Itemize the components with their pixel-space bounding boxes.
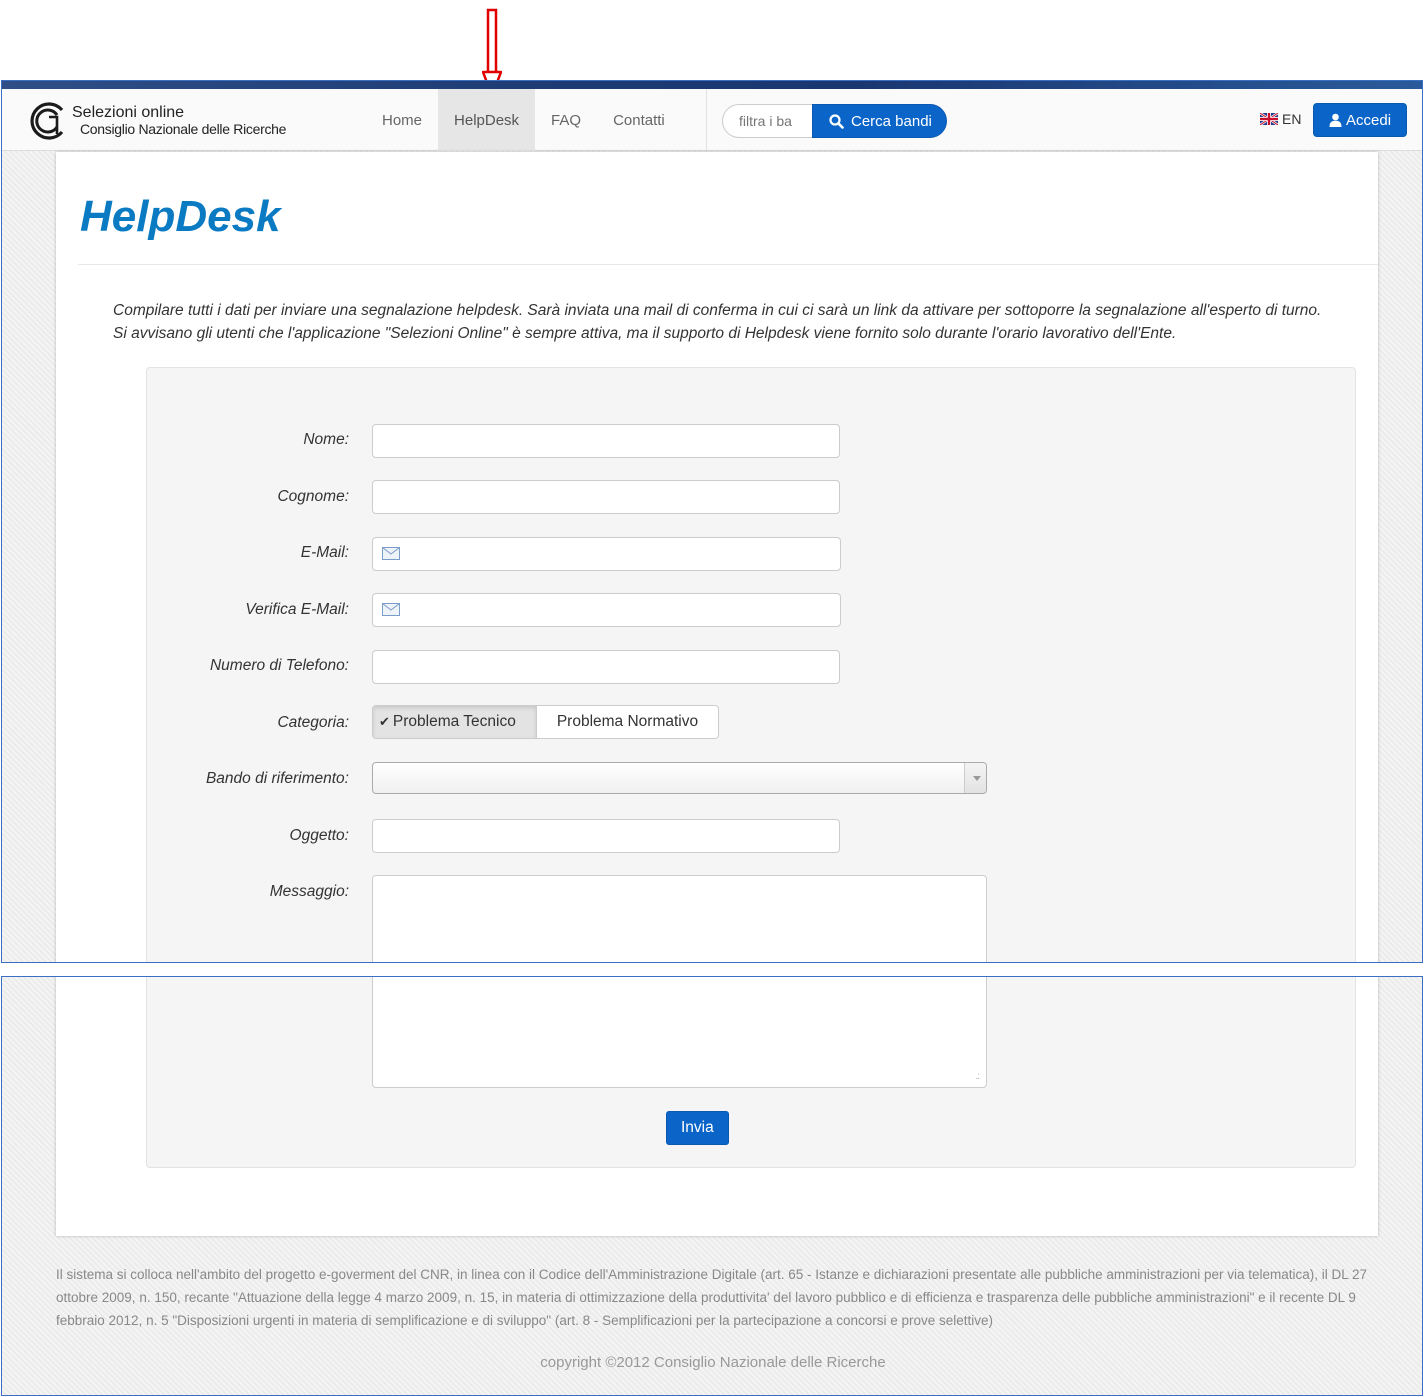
page-scrolled: .: Invia Il sistema si colloca nell'ambi…: [2, 977, 1422, 1395]
label-categoria: Categoria:: [277, 714, 349, 731]
main-nav: Home HelpDesk FAQ Contatti: [366, 89, 681, 151]
label-cognome: Cognome:: [277, 488, 349, 505]
chevron-down-icon[interactable]: [964, 763, 986, 793]
nav-item-home[interactable]: Home: [366, 89, 438, 151]
login-button[interactable]: Accedi: [1313, 103, 1408, 137]
messaggio-textarea[interactable]: .:: [372, 875, 987, 962]
email-field[interactable]: [372, 537, 841, 571]
nav-item-contatti[interactable]: Contatti: [597, 89, 681, 151]
label-oggetto: Oggetto:: [289, 827, 349, 844]
envelope-icon: [382, 603, 400, 616]
screenshot-frame-top: Selezioni online Consiglio Nazionale del…: [1, 80, 1423, 963]
categoria-toggle: ✔ Problema Tecnico Problema Normativo: [372, 705, 720, 739]
categoria-option-tecnico[interactable]: ✔ Problema Tecnico: [373, 706, 537, 738]
login-label: Accedi: [1346, 111, 1392, 129]
nav-divider: [706, 89, 707, 151]
helpdesk-form: Nome: Cognome: E-Mail: Verifica E-Mail:: [146, 367, 1356, 962]
intro-text: Compilare tutti i dati per inviare una s…: [113, 300, 1363, 345]
logo-subtitle: Consiglio Nazionale delle Ricerche: [80, 121, 287, 138]
check-icon: ✔: [379, 714, 390, 729]
categoria-option-label: Problema Tecnico: [392, 713, 516, 730]
navbar: Selezioni online Consiglio Nazionale del…: [2, 89, 1422, 151]
nome-field[interactable]: [372, 424, 840, 458]
language-switch[interactable]: EN: [1260, 111, 1301, 127]
search-button-label: Cerca bandi: [851, 112, 932, 130]
nav-item-helpdesk[interactable]: HelpDesk: [438, 89, 536, 151]
screenshot-frame-bottom: .: Invia Il sistema si colloca nell'ambi…: [1, 976, 1423, 1396]
intro-paragraph-1: Compilare tutti i dati per inviare una s…: [113, 302, 1322, 319]
site-logo[interactable]: Selezioni online Consiglio Nazionale del…: [28, 101, 286, 141]
title-divider: [78, 264, 1378, 265]
search-form: Cerca bandi: [722, 104, 947, 138]
bando-select[interactable]: [372, 762, 987, 794]
oggetto-field[interactable]: [372, 819, 840, 853]
phone-field[interactable]: [372, 650, 840, 684]
label-bando: Bando di riferimento:: [205, 770, 349, 787]
page-title: HelpDesk: [80, 192, 281, 241]
search-input[interactable]: [722, 104, 812, 138]
header-banner-strip: [2, 81, 1422, 89]
cnr-logo-icon: [30, 102, 64, 140]
content-card: .: Invia: [56, 977, 1378, 1236]
label-nome: Nome:: [303, 431, 349, 448]
nav-item-faq[interactable]: FAQ: [535, 89, 597, 151]
footer-disclaimer: Il sistema si colloca nell'ambito del pr…: [56, 1267, 1368, 1328]
label-email: E-Mail:: [300, 544, 349, 561]
categoria-option-normativo[interactable]: Problema Normativo: [536, 706, 719, 738]
search-icon: [829, 113, 844, 129]
messaggio-textarea[interactable]: .:: [372, 977, 987, 1088]
language-label: EN: [1282, 111, 1302, 127]
screenshot-canvas: Selezioni online Consiglio Nazionale del…: [0, 0, 1424, 1397]
cognome-field[interactable]: [372, 480, 840, 514]
label-telefono: Numero di Telefono:: [209, 657, 349, 674]
logo-title: Selezioni online: [72, 104, 185, 122]
helpdesk-form: .: Invia: [146, 977, 1356, 1168]
label-verifica-email: Verifica E-Mail:: [245, 601, 349, 618]
footer-copyright: copyright ©2012 Consiglio Nazionale dell…: [540, 1354, 886, 1371]
label-messaggio: Messaggio:: [269, 883, 349, 900]
uk-flag-icon: [1260, 113, 1278, 125]
user-icon: [1329, 113, 1342, 127]
submit-button[interactable]: Invia: [666, 1111, 729, 1145]
content-card: HelpDesk Compilare tutti i dati per invi…: [56, 152, 1378, 962]
intro-paragraph-2: Si avvisano gli utenti che l'applicazion…: [113, 324, 1177, 342]
resize-grip-icon[interactable]: .:: [975, 1071, 979, 1082]
verify-email-field[interactable]: [372, 593, 841, 627]
envelope-icon: [382, 547, 400, 560]
search-button[interactable]: Cerca bandi: [812, 104, 947, 138]
